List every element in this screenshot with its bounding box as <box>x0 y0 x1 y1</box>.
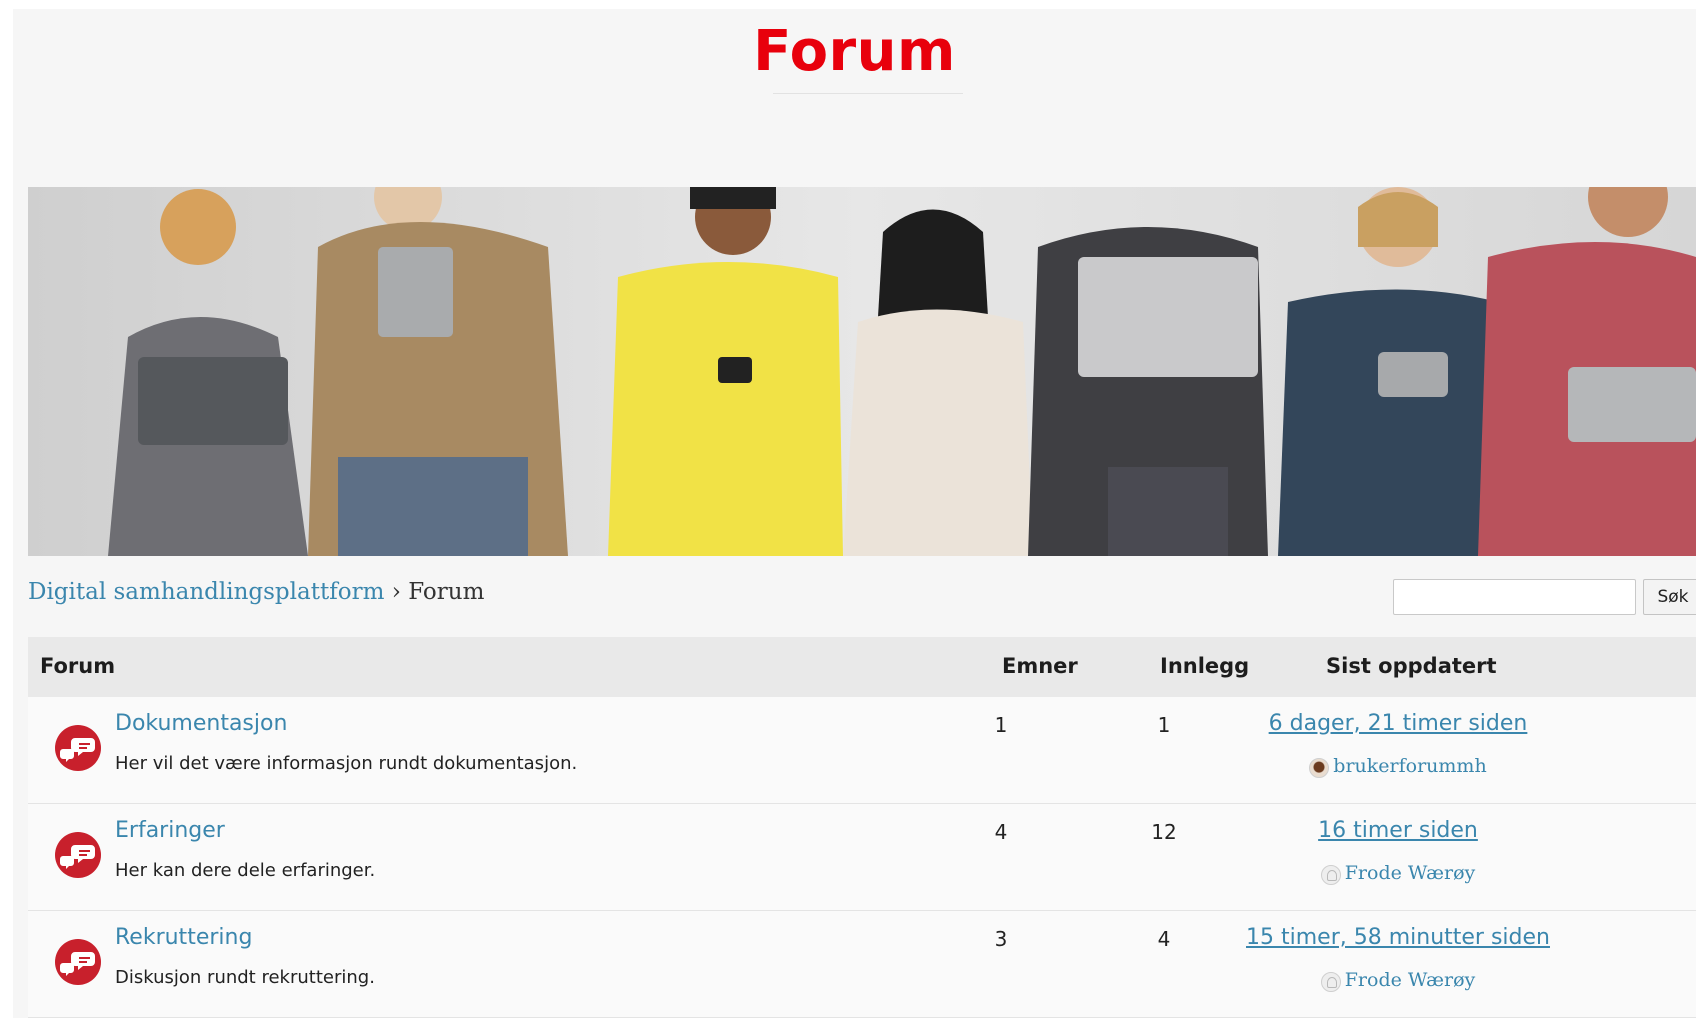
forum-table: Forum Emner Innlegg Sist oppdatert Dokum… <box>28 637 1696 1018</box>
forum-chat-icon <box>55 939 101 985</box>
forum-link[interactable]: Erfaringer <box>115 818 225 843</box>
forum-chat-icon <box>55 725 101 771</box>
table-header: Forum Emner Innlegg Sist oppdatert <box>28 637 1696 697</box>
forum-description: Her vil det være informasjon rundt dokum… <box>115 753 578 774</box>
forum-chat-icon <box>55 832 101 878</box>
header-posts: Innlegg <box>1160 654 1250 678</box>
hero-banner-image <box>28 187 1696 556</box>
title-divider <box>773 93 963 94</box>
last-author-link[interactable]: Frode Wærøy <box>1345 862 1476 884</box>
last-updated-link[interactable]: 15 timer, 58 minutter siden <box>1208 925 1588 950</box>
posts-count: 12 <box>1151 820 1177 844</box>
header-forum: Forum <box>40 654 116 678</box>
topics-count: 4 <box>994 820 1008 844</box>
forum-description: Diskusjon rundt rekruttering. <box>115 967 375 988</box>
user-avatar-icon <box>1320 865 1341 885</box>
page: Forum Digital samhandlingsplattform › Fo… <box>13 9 1696 1018</box>
breadcrumb: Digital samhandlingsplattform › Forum <box>28 579 484 605</box>
topics-count: 1 <box>994 713 1008 737</box>
search-input[interactable] <box>1393 579 1636 615</box>
user-avatar-icon <box>1309 758 1330 778</box>
breadcrumb-current: Forum <box>408 579 485 605</box>
last-updated-link[interactable]: 16 timer siden <box>1208 818 1588 843</box>
forum-link[interactable]: Rekruttering <box>115 925 252 950</box>
last-author-link[interactable]: brukerforummh <box>1333 755 1486 777</box>
search-button[interactable]: Søk <box>1643 579 1696 615</box>
forum-link[interactable]: Dokumentasjon <box>115 711 287 736</box>
topics-count: 3 <box>994 927 1008 951</box>
last-author-link[interactable]: Frode Wærøy <box>1345 969 1476 991</box>
user-avatar-icon <box>1320 972 1341 992</box>
last-author: Frode Wærøy <box>1208 969 1588 992</box>
forum-description: Her kan dere dele erfaringer. <box>115 860 376 881</box>
header-last-updated: Sist oppdatert <box>1326 654 1497 678</box>
page-title: Forum <box>753 19 956 84</box>
breadcrumb-home-link[interactable]: Digital samhandlingsplattform <box>28 579 384 605</box>
posts-count: 1 <box>1157 713 1171 737</box>
posts-count: 4 <box>1157 927 1171 951</box>
last-author: brukerforummh <box>1208 755 1588 778</box>
last-author: Frode Wærøy <box>1208 862 1588 885</box>
last-updated-link[interactable]: 6 dager, 21 timer siden <box>1208 711 1588 736</box>
header-topics: Emner <box>1002 654 1078 678</box>
table-row: Erfaringer Her kan dere dele erfaringer.… <box>28 804 1696 911</box>
table-row: Rekruttering Diskusjon rundt rekrutterin… <box>28 911 1696 1018</box>
table-row: Dokumentasjon Her vil det være informasj… <box>28 697 1696 804</box>
breadcrumb-separator: › <box>391 579 401 605</box>
